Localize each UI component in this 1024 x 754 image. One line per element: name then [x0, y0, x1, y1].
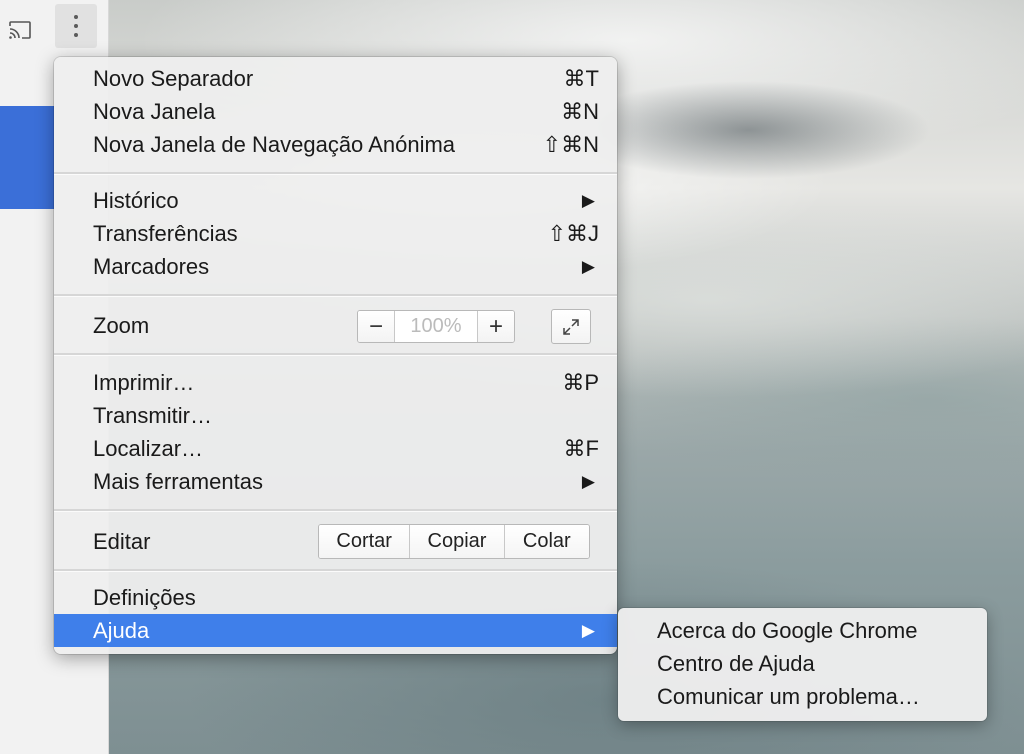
menu-item-shortcut: ⇧⌘J	[547, 221, 599, 246]
menu-item-label: Transferências	[93, 221, 238, 246]
menu-item-label: Nova Janela	[93, 99, 216, 124]
menu-item-bookmarks[interactable]: Marcadores ▶	[54, 250, 617, 283]
menu-item-incognito[interactable]: Nova Janela de Navegação Anónima ⇧⌘N	[54, 128, 617, 161]
paste-button[interactable]: Colar	[503, 525, 589, 558]
menu-item-label: Definições	[93, 585, 196, 610]
menu-item-cast[interactable]: Transmitir…	[54, 399, 617, 432]
edit-controls: Cortar Copiar Colar	[318, 524, 590, 559]
fullscreen-icon	[563, 318, 579, 335]
vertical-dots-icon	[74, 15, 78, 19]
submenu-arrow-icon: ▶	[581, 621, 595, 640]
submenu-arrow-icon: ▶	[581, 257, 595, 276]
menu-item-label: Zoom	[93, 313, 150, 338]
submenu-arrow-icon: ▶	[581, 191, 595, 210]
cut-button[interactable]: Cortar	[319, 525, 410, 558]
menu-item-label: Editar	[93, 529, 151, 554]
menu-item-shortcut: ⌘F	[563, 436, 599, 461]
menu-item-new-tab[interactable]: Novo Separador ⌘T	[54, 62, 617, 95]
tab-highlight	[0, 106, 54, 209]
menu-item-help[interactable]: Ajuda ▶	[54, 614, 617, 647]
submenu-item-report-issue[interactable]: Comunicar um problema…	[657, 680, 920, 713]
vertical-dots-icon-dot	[74, 24, 78, 28]
fullscreen-button[interactable]	[551, 309, 591, 344]
help-submenu: Acerca do Google Chrome Centro de Ajuda …	[618, 608, 987, 721]
menu-item-more-tools[interactable]: Mais ferramentas ▶	[54, 465, 617, 498]
menu-item-shortcut: ⌘N	[561, 99, 599, 124]
menu-item-label: Ajuda	[93, 618, 150, 643]
menu-item-print[interactable]: Imprimir… ⌘P	[54, 366, 617, 399]
menu-item-find[interactable]: Localizar… ⌘F	[54, 432, 617, 465]
zoom-in-button[interactable]: +	[478, 311, 514, 342]
menu-separator	[54, 172, 617, 175]
menu-item-label: Mais ferramentas	[93, 469, 263, 494]
menu-item-label: Histórico	[93, 188, 179, 213]
menu-item-new-window[interactable]: Nova Janela ⌘N	[54, 95, 617, 128]
copy-button[interactable]: Copiar	[409, 525, 504, 558]
menu-item-shortcut: ⌘T	[563, 66, 599, 91]
menu-item-label: Nova Janela de Navegação Anónima	[93, 132, 456, 157]
zoom-level: 100%	[394, 311, 478, 342]
submenu-item-help-center[interactable]: Centro de Ajuda	[657, 647, 815, 680]
zoom-out-button[interactable]: −	[358, 311, 394, 342]
menu-item-shortcut: ⇧⌘N	[542, 132, 599, 157]
menu-item-downloads[interactable]: Transferências ⇧⌘J	[54, 217, 617, 250]
submenu-item-about[interactable]: Acerca do Google Chrome	[657, 614, 917, 647]
menu-item-label: Localizar…	[93, 436, 204, 461]
zoom-controls: − 100% +	[357, 310, 515, 343]
menu-separator	[54, 569, 617, 572]
cast-icon[interactable]	[8, 20, 32, 40]
submenu-arrow-icon: ▶	[581, 472, 595, 491]
menu-separator	[54, 294, 617, 297]
menu-item-label: Marcadores	[93, 254, 210, 279]
vertical-dots-icon-dot	[74, 33, 78, 37]
menu-item-history[interactable]: Histórico ▶	[54, 184, 617, 217]
menu-item-settings[interactable]: Definições	[54, 581, 617, 614]
menu-item-shortcut: ⌘P	[562, 370, 599, 395]
more-menu-button[interactable]	[55, 4, 97, 48]
menu-item-zoom: Zoom	[54, 309, 617, 342]
menu-item-label: Novo Separador	[93, 66, 254, 91]
menu-item-label: Transmitir…	[93, 403, 212, 428]
menu-item-label: Imprimir…	[93, 370, 195, 395]
menu-separator	[54, 509, 617, 512]
menu-separator	[54, 353, 617, 356]
chrome-main-menu: Novo Separador ⌘T Nova Janela ⌘N Nova Ja…	[54, 57, 617, 654]
